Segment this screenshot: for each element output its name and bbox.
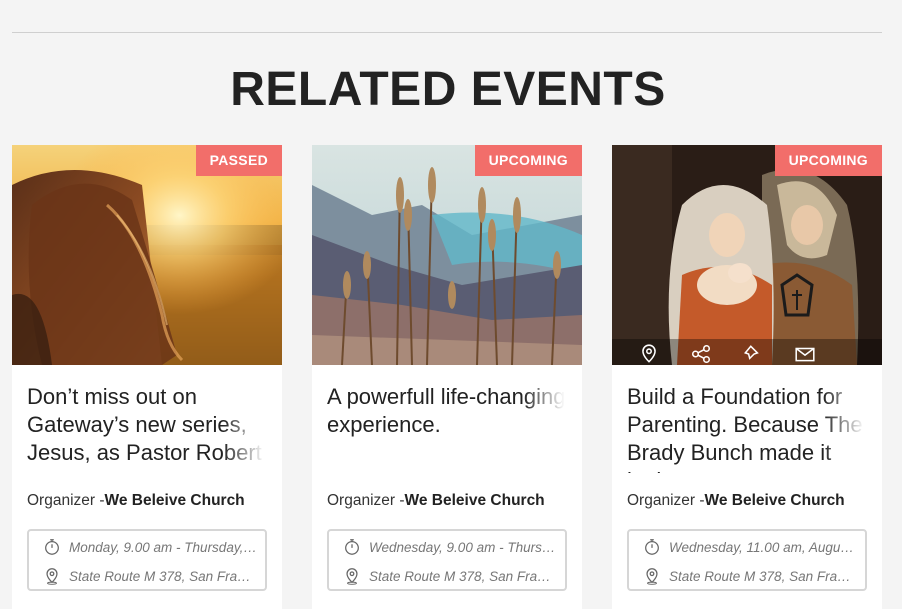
- stopwatch-icon: [645, 539, 659, 555]
- stopwatch-icon: [345, 539, 359, 555]
- event-info-box: Monday, 9.00 am - Thursday, 5.00 pm Stat…: [27, 529, 267, 591]
- top-divider: [12, 32, 882, 33]
- event-location: State Route M 378, San Francisco: [43, 564, 258, 588]
- event-card[interactable]: PASSED Don’t miss out on Gateway’s new s…: [12, 145, 282, 609]
- map-pin-icon[interactable]: [638, 343, 660, 365]
- event-location-text: State Route M 378, San Francisco: [369, 568, 558, 584]
- map-pin-icon: [346, 568, 358, 585]
- event-time: Monday, 9.00 am - Thursday, 5.00 pm: [43, 535, 258, 559]
- status-badge: UPCOMING: [474, 145, 582, 176]
- organizer-label: Organizer -: [627, 492, 705, 509]
- event-time-text: Monday, 9.00 am - Thursday, 5.00 pm: [69, 539, 258, 555]
- event-card[interactable]: UPCOMING A powerfull life-changing exper…: [312, 145, 582, 609]
- event-info-box: Wednesday, 9.00 am - Thursday, 5.00 pm S…: [327, 529, 567, 591]
- event-location-text: State Route M 378, San Francisco: [69, 568, 258, 584]
- event-location-text: State Route M 378, San Francisco: [669, 568, 858, 584]
- status-badge: PASSED: [195, 145, 282, 176]
- organizer: Organizer -We Beleive Church: [627, 492, 845, 510]
- event-card[interactable]: UPCOMING Build a Foundation for Parentin…: [612, 145, 882, 609]
- event-location: State Route M 378, San Francisco: [343, 564, 558, 588]
- section-title: RELATED EVENTS: [230, 63, 666, 116]
- event-title[interactable]: Build a Foundation for Parenting. Becaus…: [627, 383, 872, 473]
- event-location: State Route M 378, San Francisco: [643, 564, 858, 588]
- event-image[interactable]: UPCOMING: [312, 145, 582, 365]
- event-title[interactable]: A powerfull life-changing experience.: [327, 383, 572, 473]
- stopwatch-icon: [45, 539, 59, 555]
- organizer-name[interactable]: We Beleive Church: [105, 492, 245, 509]
- event-image[interactable]: PASSED: [12, 145, 282, 365]
- share-icon[interactable]: [690, 343, 712, 365]
- organizer-name[interactable]: We Beleive Church: [705, 492, 845, 509]
- pin-icon[interactable]: [742, 343, 764, 365]
- organizer-label: Organizer -: [27, 492, 105, 509]
- map-pin-icon: [46, 568, 58, 585]
- mail-icon[interactable]: [794, 343, 816, 365]
- status-badge: UPCOMING: [774, 145, 882, 176]
- event-time: Wednesday, 11.00 am, August 2018: [643, 535, 858, 559]
- organizer-name[interactable]: We Beleive Church: [405, 492, 545, 509]
- event-title[interactable]: Don’t miss out on Gateway’s new series, …: [27, 383, 272, 473]
- event-time-text: Wednesday, 11.00 am, August 2018: [669, 539, 858, 555]
- event-time-text: Wednesday, 9.00 am - Thursday, 5.00 pm: [369, 539, 558, 555]
- event-info-box: Wednesday, 11.00 am, August 2018 State R…: [627, 529, 867, 591]
- organizer: Organizer -We Beleive Church: [27, 492, 245, 510]
- organizer: Organizer -We Beleive Church: [327, 492, 545, 510]
- event-image[interactable]: UPCOMING: [612, 145, 882, 365]
- organizer-label: Organizer -: [327, 492, 405, 509]
- share-bar: [612, 339, 882, 365]
- map-pin-icon: [646, 568, 658, 585]
- event-time: Wednesday, 9.00 am - Thursday, 5.00 pm: [343, 535, 558, 559]
